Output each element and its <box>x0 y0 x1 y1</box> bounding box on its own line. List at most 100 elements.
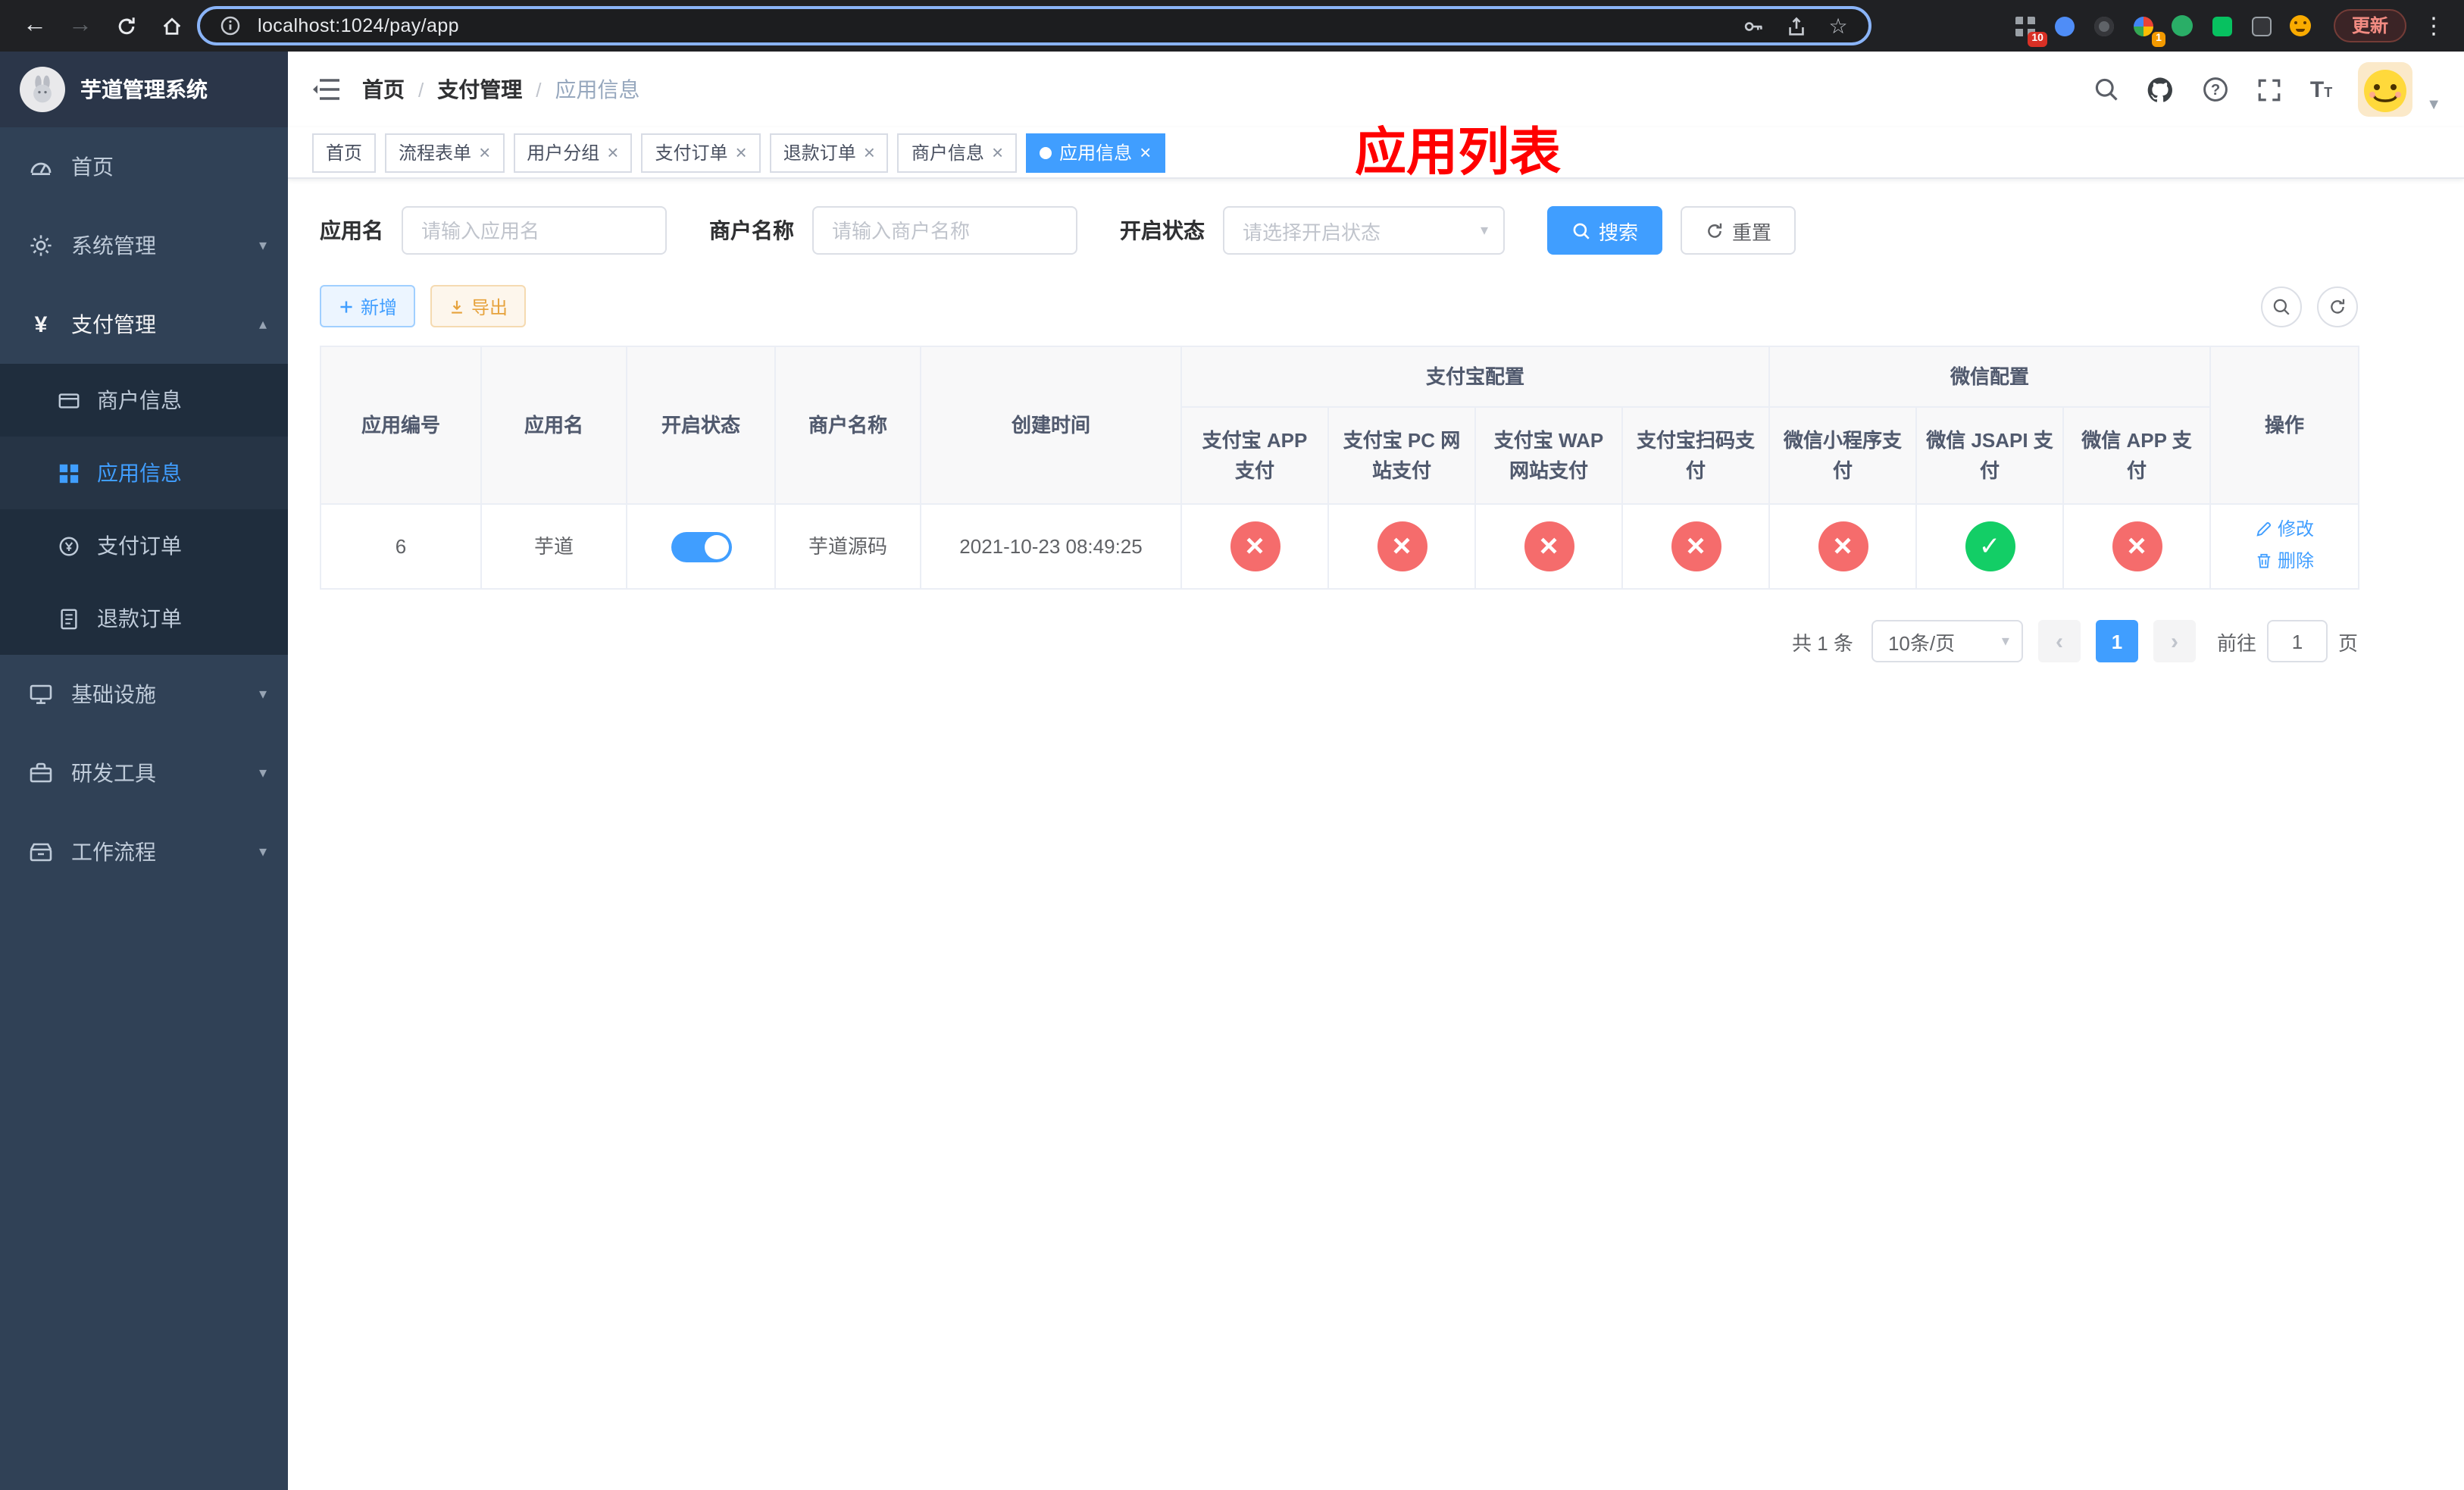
status-select[interactable]: 请选择开启状态 ▾ <box>1223 206 1505 255</box>
sidebar-item-merchant-info[interactable]: 商户信息 <box>0 364 288 437</box>
tab-payment-orders[interactable]: 支付订单 × <box>641 133 761 172</box>
refresh-table-button[interactable] <box>2317 286 2358 327</box>
chevron-down-icon: ▾ <box>1480 222 1488 239</box>
help-icon[interactable]: ? <box>2201 75 2230 104</box>
chevron-down-icon: ▾ <box>258 844 267 860</box>
refresh-icon <box>2331 298 2345 313</box>
browser-reload-button[interactable] <box>106 6 145 45</box>
github-icon[interactable] <box>2147 75 2175 104</box>
url-bar[interactable]: localhost:1024/pay/app ☆ <box>197 6 1871 45</box>
sidebar-fold-icon[interactable] <box>311 74 341 105</box>
sidebar-item-home[interactable]: 首页 <box>0 127 288 206</box>
alipay-app-status-icon <box>1230 521 1280 571</box>
search-icon <box>1573 222 1590 239</box>
merchant-name-input[interactable] <box>812 206 1077 255</box>
tab-app-info[interactable]: 应用信息 × <box>1026 133 1165 172</box>
page-size-label: 10条/页 <box>1887 631 1956 654</box>
sidebar-item-workflow[interactable]: 工作流程 ▾ <box>0 812 288 891</box>
col-header-alipay-pc: 支付宝 PC 网站支付 <box>1327 406 1476 505</box>
browser-extension-green-circle-icon[interactable] <box>2169 11 2197 40</box>
tab-label: 首页 <box>326 142 363 164</box>
browser-extension-wechat-icon[interactable] <box>2208 11 2237 40</box>
tab-process-form[interactable]: 流程表单 × <box>385 133 505 172</box>
breadcrumb-home[interactable]: 首页 <box>362 74 405 105</box>
password-key-icon[interactable] <box>1738 11 1768 41</box>
sidebar-item-refund-orders[interactable]: 退款订单 <box>0 582 288 655</box>
logo-avatar <box>20 67 65 112</box>
avatar[interactable] <box>2358 62 2413 117</box>
sidebar-logo[interactable]: 芋道管理系统 <box>0 52 288 127</box>
prev-page-button[interactable]: ‹ <box>2037 620 2081 662</box>
edit-link[interactable]: 修改 <box>2255 515 2314 543</box>
search-icon[interactable] <box>2092 75 2121 104</box>
delete-link[interactable]: 删除 <box>2255 546 2314 574</box>
browser-extension-multicolor-icon[interactable]: 1 <box>2129 11 2165 46</box>
site-info-icon[interactable] <box>215 11 245 41</box>
tab-refund-orders[interactable]: 退款订单 × <box>769 133 889 172</box>
tab-home[interactable]: 首页 <box>312 133 377 172</box>
show-search-button[interactable] <box>2261 286 2302 327</box>
browser-extensions-area: 10 1 <box>2011 11 2315 46</box>
tab-user-group[interactable]: 用户分组 × <box>513 133 633 172</box>
col-header-alipay-app: 支付宝 APP 支付 <box>1180 406 1329 505</box>
tab-merchant-info[interactable]: 商户信息 × <box>897 133 1018 172</box>
browser-home-button[interactable] <box>152 6 191 45</box>
filter-form: 应用名 商户名称 开启状态 请选择开启状态 ▾ 搜索 重置 <box>320 206 2464 255</box>
navbar-actions: ? TT ▼ <box>2092 62 2441 117</box>
col-header-merchant: 商户名称 <box>774 346 921 505</box>
sidebar-item-label: 工作流程 <box>71 840 156 864</box>
add-button[interactable]: 新增 <box>320 285 416 327</box>
browser-extension-dark-icon[interactable] <box>2090 11 2118 40</box>
fullscreen-icon[interactable] <box>2256 75 2284 104</box>
close-icon[interactable]: × <box>864 142 875 162</box>
tab-label: 应用信息 <box>1059 142 1133 164</box>
close-icon[interactable]: × <box>607 142 618 162</box>
plus-icon <box>340 300 352 312</box>
page-number-button[interactable]: 1 <box>2095 620 2138 662</box>
browser-extension-emoji-icon[interactable] <box>2287 11 2315 40</box>
sidebar-item-system[interactable]: 系统管理 ▾ <box>0 206 288 285</box>
table-row: 6 芋道 芋道源码 2021-10-23 08:49:25 × × × × × … <box>320 503 2360 590</box>
search-icon <box>2273 298 2290 315</box>
export-button[interactable]: 导出 <box>430 285 527 327</box>
payment-submenu: 商户信息 应用信息 支付订单 退款订单 <box>0 364 288 655</box>
breadcrumb-payment[interactable]: 支付管理 <box>437 74 522 105</box>
browser-forward-button[interactable]: → <box>61 6 100 45</box>
col-header-created: 创建时间 <box>920 346 1182 505</box>
monitor-icon <box>30 684 52 704</box>
close-icon[interactable]: × <box>479 142 490 162</box>
share-icon[interactable] <box>1781 11 1811 41</box>
chrome-update-button[interactable]: 更新 <box>2333 9 2406 42</box>
status-toggle[interactable] <box>671 531 731 562</box>
goto-page-input[interactable] <box>2266 620 2328 662</box>
avatar-caret-icon[interactable]: ▼ <box>2426 97 2441 117</box>
sidebar-item-payment-orders[interactable]: 支付订单 <box>0 509 288 582</box>
sidebar-item-app-info[interactable]: 应用信息 <box>0 437 288 509</box>
close-icon[interactable]: × <box>1140 142 1151 162</box>
cell-actions: 修改 删除 <box>2209 503 2360 590</box>
sidebar-item-dev-tools[interactable]: 研发工具 ▾ <box>0 734 288 812</box>
font-size-icon[interactable]: TT <box>2310 77 2332 102</box>
browser-extension-grid-icon[interactable]: 10 <box>2011 11 2047 46</box>
browser-extension-drop-icon[interactable] <box>2050 11 2079 40</box>
bookmark-star-icon[interactable]: ☆ <box>1823 11 1853 41</box>
browser-menu-icon[interactable]: ⋮ <box>2419 12 2449 39</box>
breadcrumb: 首页 / 支付管理 / 应用信息 <box>362 74 640 105</box>
next-page-button[interactable]: › <box>2153 620 2196 662</box>
browser-back-button[interactable]: ← <box>15 6 55 45</box>
app-name-input[interactable] <box>402 206 667 255</box>
page-size-select[interactable]: 10条/页 ▾ <box>1871 620 2023 662</box>
alipay-wap-status-icon <box>1524 521 1574 571</box>
table-toolbar: 新增 导出 <box>320 285 2358 327</box>
close-icon[interactable]: × <box>736 142 747 162</box>
reset-button[interactable]: 重置 <box>1681 206 1796 255</box>
sidebar-item-infrastructure[interactable]: 基础设施 ▾ <box>0 655 288 734</box>
search-button[interactable]: 搜索 <box>1547 206 1663 255</box>
sidebar-item-payment[interactable]: ¥ 支付管理 ▴ <box>0 285 288 364</box>
goto-page: 前往 页 <box>2217 620 2358 662</box>
col-header-wx-lite: 微信小程序支付 <box>1768 406 1918 505</box>
chevron-up-icon: ▴ <box>258 316 267 333</box>
browser-extensions-pin-icon[interactable] <box>2247 11 2276 40</box>
url-text: localhost:1024/pay/app <box>258 15 459 36</box>
close-icon[interactable]: × <box>992 142 1003 162</box>
